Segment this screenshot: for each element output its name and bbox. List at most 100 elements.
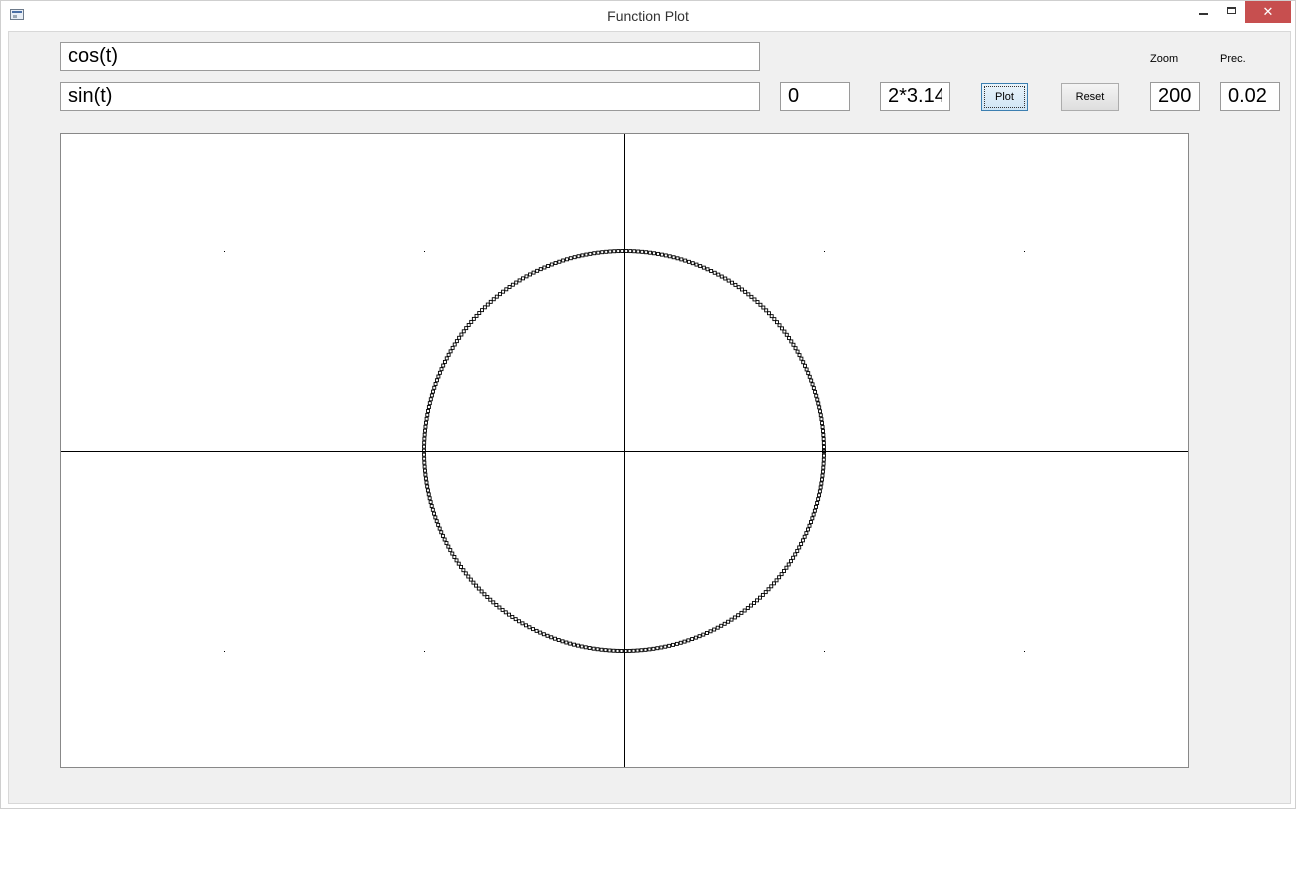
plot-point (612, 249, 617, 254)
plot-point (497, 292, 502, 297)
plot-point (693, 635, 698, 640)
plot-point (799, 356, 804, 361)
plot-point (648, 250, 653, 255)
plot-point (604, 249, 609, 254)
plot-point (698, 264, 703, 269)
plot-point (709, 269, 714, 273)
plot-point (678, 640, 683, 645)
plot-point (541, 632, 546, 637)
plot-point (811, 512, 816, 517)
plot-point (818, 409, 822, 414)
minimize-button[interactable] (1189, 1, 1219, 23)
window-title: Function Plot (607, 8, 689, 24)
plot-point (448, 548, 453, 553)
plot-point (797, 545, 802, 550)
plot-point (701, 265, 706, 270)
plot-point (780, 326, 784, 331)
plot-point (423, 428, 427, 433)
plot-point (523, 623, 528, 628)
plot-point (546, 264, 551, 268)
plot-point (592, 251, 597, 256)
plot-point (659, 252, 664, 257)
plot-point (535, 268, 540, 273)
plot-point (427, 401, 432, 406)
plot-svg (61, 134, 1188, 767)
plot-point (811, 386, 816, 391)
plot-point (733, 282, 738, 287)
t-start-input[interactable] (780, 82, 850, 111)
plot-point (500, 607, 505, 612)
plot-point (708, 629, 713, 634)
plot-point (813, 389, 818, 394)
zoom-input[interactable] (1150, 82, 1200, 111)
plot-point (815, 501, 820, 505)
plot-point (631, 648, 636, 653)
plot-point (456, 561, 461, 566)
plot-point (816, 497, 821, 502)
plot-point (715, 625, 720, 630)
plot-point (704, 631, 709, 635)
plot-point (450, 345, 455, 350)
plot-point (802, 534, 807, 539)
precision-input[interactable] (1220, 82, 1280, 111)
plot-point (620, 249, 625, 253)
minimize-icon (1199, 13, 1208, 15)
plot-point (437, 370, 442, 375)
plot-point (521, 276, 525, 281)
plot-point (514, 280, 519, 285)
plot-point (446, 544, 451, 549)
plot-point (494, 602, 499, 607)
maximize-button[interactable] (1219, 1, 1245, 23)
plot-point (712, 270, 717, 275)
plot-point (553, 261, 558, 266)
plot-point (822, 445, 826, 449)
plot-point (690, 261, 695, 266)
plot-point (643, 647, 648, 652)
plot-point (821, 453, 826, 458)
plot-point (636, 249, 641, 254)
plot-point (651, 646, 656, 651)
plot-point (568, 641, 573, 646)
plot-point (775, 320, 779, 325)
plot-point (560, 639, 565, 644)
close-button[interactable]: ✕ (1245, 1, 1291, 23)
plot-point (748, 603, 753, 608)
plot-point (446, 352, 451, 357)
plot-point (675, 256, 680, 261)
plot-point (439, 530, 444, 535)
plot-point (752, 297, 757, 302)
plot-point (561, 258, 566, 263)
plot-point (777, 323, 782, 328)
plot-button[interactable]: Plot (981, 83, 1028, 111)
plot-point (820, 477, 824, 482)
plot-point (821, 433, 826, 437)
title-bar[interactable]: Function Plot ✕ (1, 1, 1295, 31)
plot-point (545, 633, 550, 638)
plot-point (671, 642, 675, 647)
plot-point (491, 297, 496, 302)
plot-point (491, 600, 496, 605)
plot-point (810, 516, 815, 521)
plot-point (807, 374, 812, 379)
plot-point (809, 520, 813, 525)
plot-point (517, 619, 522, 624)
plot-canvas[interactable] (60, 133, 1189, 768)
plot-point (452, 342, 457, 347)
t-end-input[interactable] (880, 82, 950, 111)
plot-point (599, 647, 604, 652)
y-expression-input[interactable] (60, 82, 760, 111)
reset-button[interactable]: Reset (1061, 83, 1119, 111)
plot-point (821, 437, 826, 441)
plot-point (538, 267, 543, 272)
plot-point (422, 452, 426, 457)
plot-point (424, 420, 428, 425)
plot-point (520, 621, 525, 626)
plot-point (461, 329, 466, 334)
x-expression-input[interactable] (60, 42, 760, 71)
plot-point (615, 648, 620, 653)
plot-point (784, 565, 789, 570)
plot-point (652, 251, 656, 256)
plot-point (579, 644, 584, 649)
plot-point (503, 610, 508, 615)
plot-point (635, 648, 640, 653)
